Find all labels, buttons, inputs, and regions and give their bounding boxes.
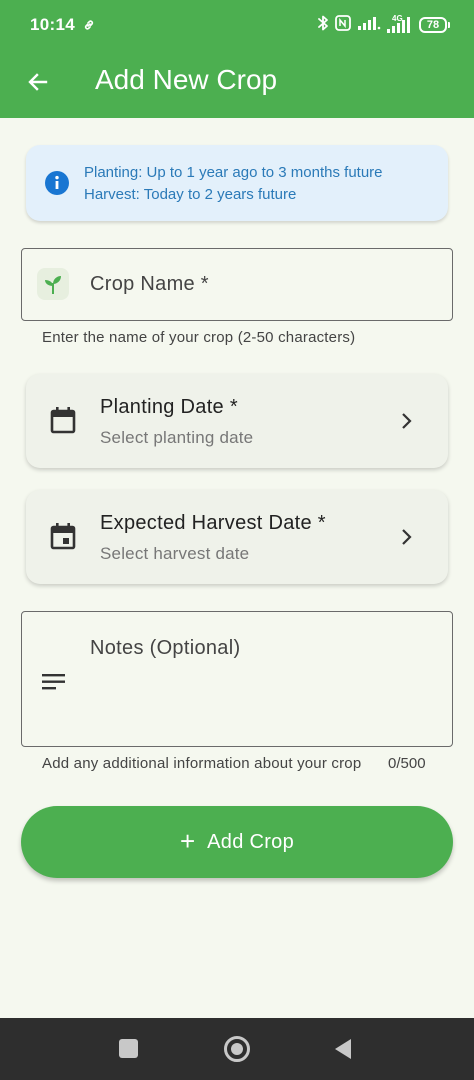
back-triangle-icon[interactable] (333, 1037, 353, 1066)
plus-icon: + (179, 825, 196, 856)
page-title: Add New Crop (95, 64, 278, 95)
battery-level: 78 (419, 17, 447, 33)
bluetooth-icon (317, 15, 329, 36)
chevron-right-icon (400, 411, 414, 436)
crop-name-label: Crop Name * (90, 273, 209, 295)
planting-date-placeholder: Select planting date (100, 428, 254, 447)
harvest-date-placeholder: Select harvest date (100, 544, 250, 563)
crop-name-field[interactable]: Crop Name * (21, 248, 453, 321)
signal-4g-icon: 4G (386, 14, 414, 34)
status-time: 10:14 (30, 15, 75, 34)
app-bar: Add New Crop (0, 50, 474, 118)
arrow-left-icon[interactable] (22, 66, 54, 98)
add-crop-label: Add Crop (207, 830, 295, 853)
home-icon[interactable] (224, 1036, 250, 1062)
signal-icon (357, 15, 381, 36)
status-icons: 4G 78 (317, 13, 450, 37)
battery-icon: 78 (419, 17, 450, 33)
sprout-icon (37, 268, 69, 300)
notes-icon (41, 672, 67, 697)
notes-character-counter: 0/500 (388, 755, 426, 772)
chevron-right-icon (400, 527, 414, 552)
info-banner: Planting: Up to 1 year ago to 3 months f… (26, 145, 448, 221)
notes-field[interactable]: Notes (Optional) (21, 611, 453, 747)
nfc-icon (334, 14, 352, 37)
add-crop-button[interactable]: + Add Crop (21, 806, 453, 878)
crop-name-helper: Enter the name of your crop (2-50 charac… (42, 329, 356, 346)
link-icon (83, 18, 95, 36)
harvest-date-label: Expected Harvest Date * (100, 512, 326, 534)
recent-apps-icon[interactable] (119, 1039, 138, 1058)
info-icon (44, 170, 70, 201)
info-planting-range: Planting: Up to 1 year ago to 3 months f… (84, 164, 383, 181)
system-nav-bar (0, 1018, 474, 1080)
harvest-date-picker[interactable]: Expected Harvest Date * Select harvest d… (26, 490, 448, 584)
status-bar: 10:14 4G 78 (0, 0, 474, 50)
planting-date-label: Planting Date * (100, 396, 238, 418)
notes-helper: Add any additional information about you… (42, 755, 362, 772)
notes-label: Notes (Optional) (90, 637, 241, 659)
info-harvest-range: Harvest: Today to 2 years future (84, 186, 297, 203)
calendar-event-icon (50, 522, 76, 555)
calendar-icon (50, 406, 76, 439)
planting-date-picker[interactable]: Planting Date * Select planting date (26, 374, 448, 468)
